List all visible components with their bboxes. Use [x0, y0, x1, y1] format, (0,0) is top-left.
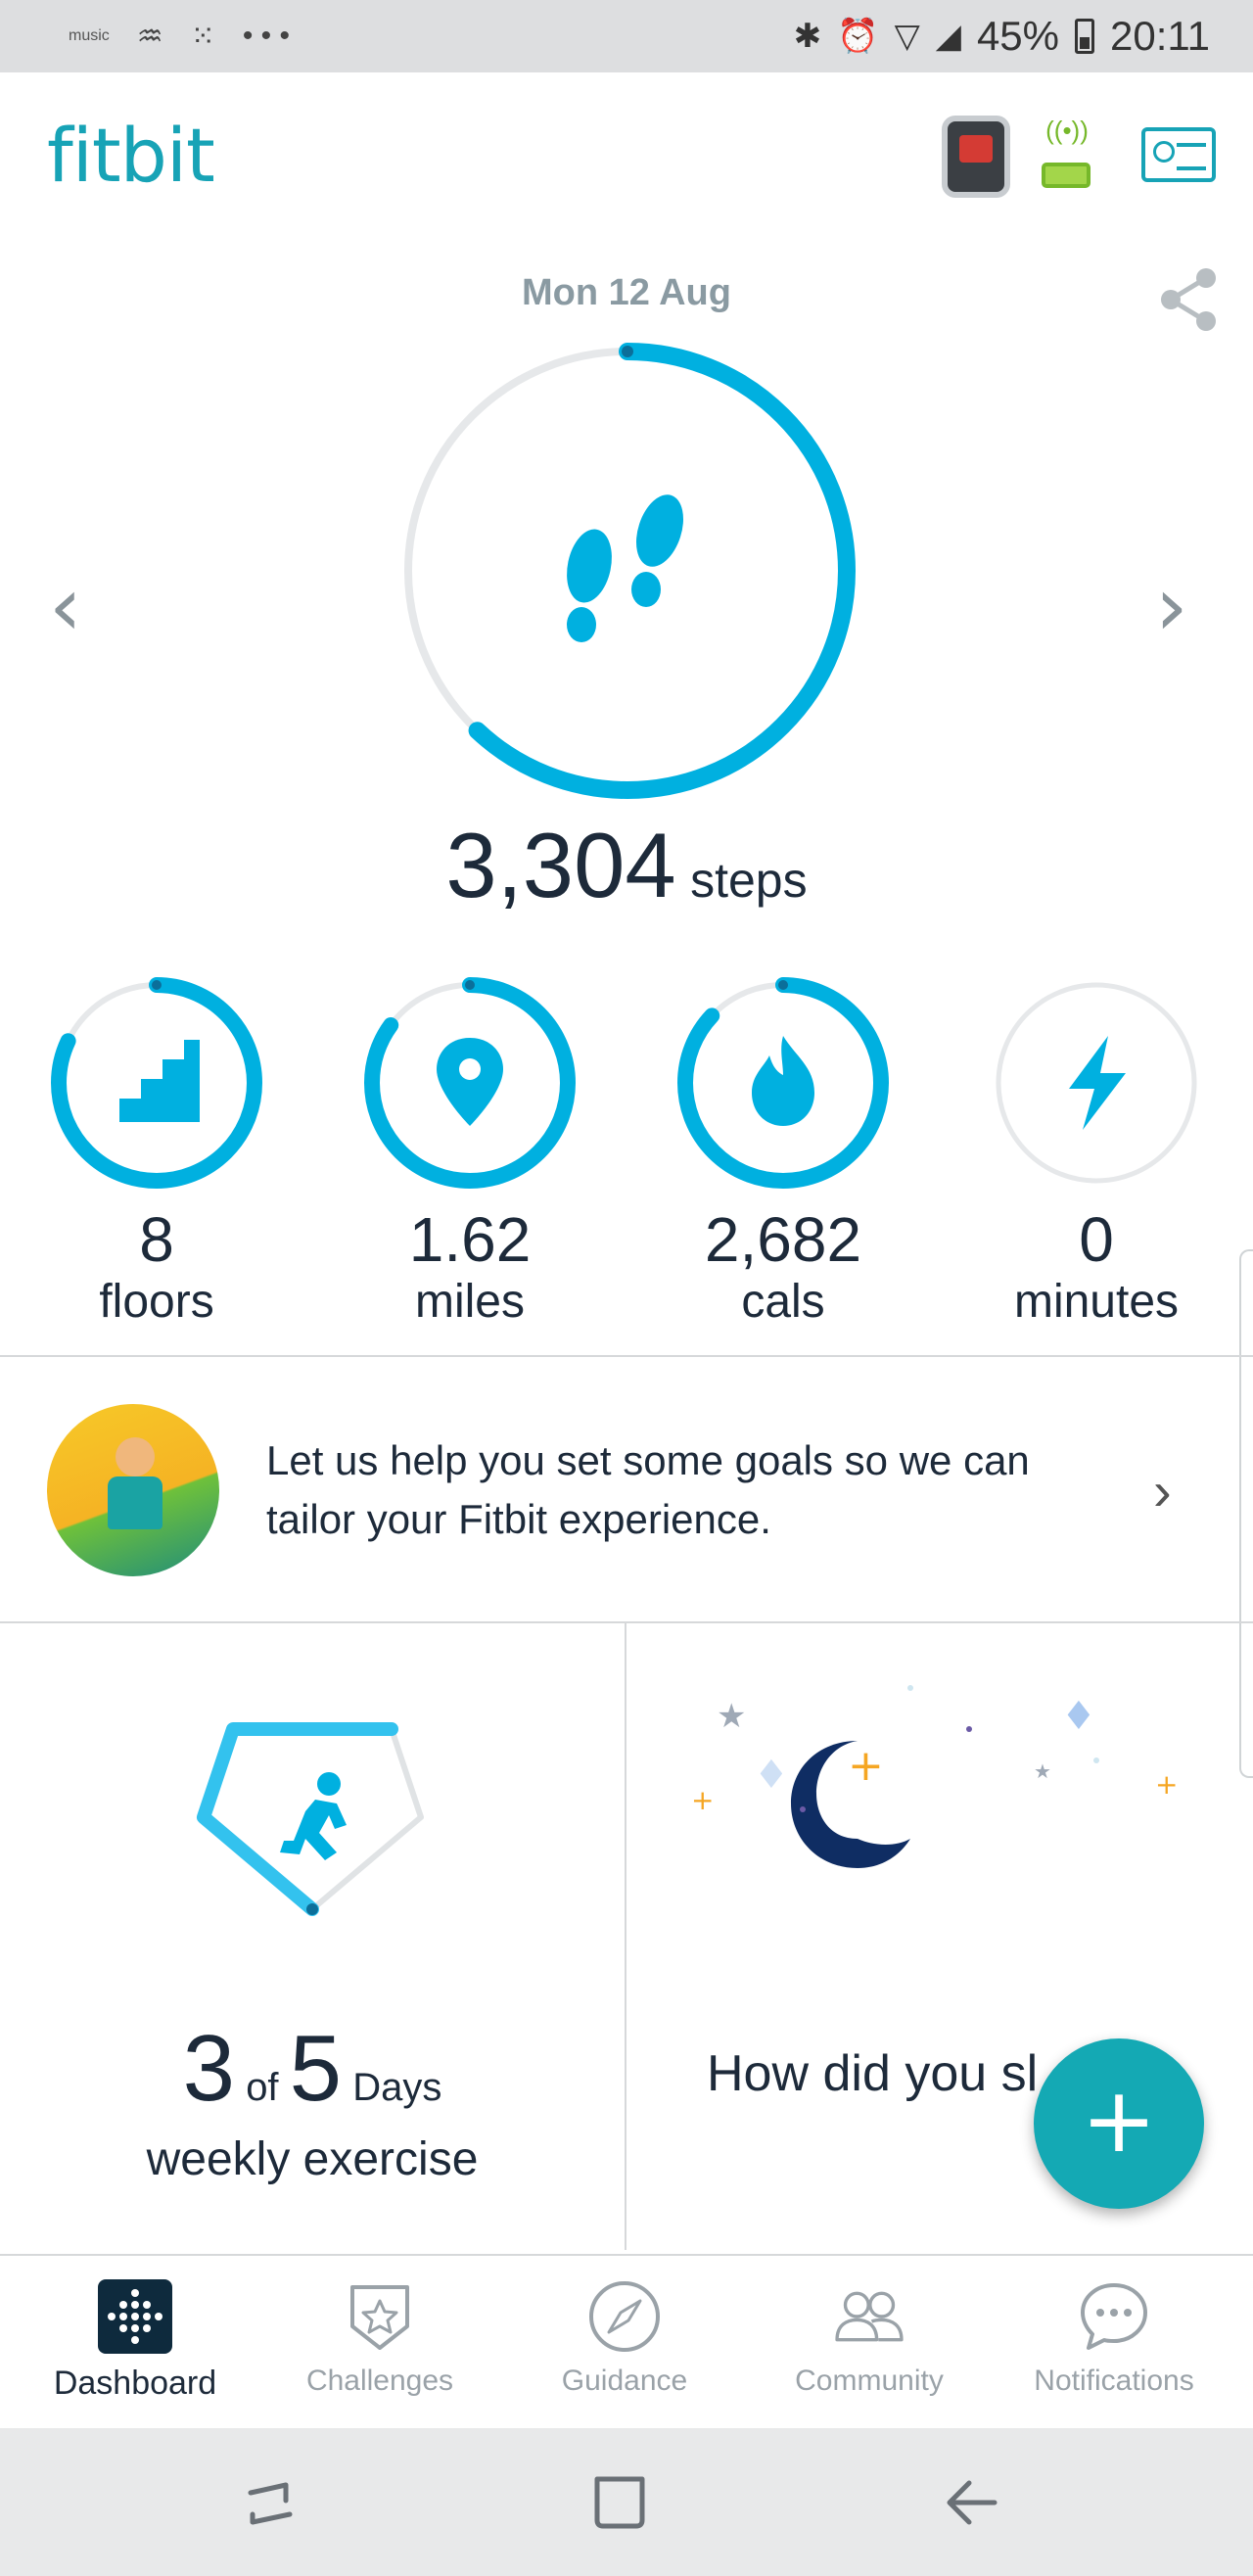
cals-ring	[677, 977, 889, 1189]
battery-percent: 45%	[976, 13, 1059, 59]
dashboard-date: Mon 12 Aug	[522, 272, 731, 313]
add-button[interactable]: +	[1034, 2038, 1204, 2209]
flame-icon	[752, 1036, 814, 1126]
cals-value: 2,682	[704, 1204, 862, 1275]
minutes-value: 0	[1079, 1204, 1114, 1275]
svg-text:+: +	[848, 1741, 884, 1791]
svg-text:+: +	[691, 1784, 714, 1816]
status-bar-right: ✱ ⏰ ▽ ◢ 45% 20:11	[794, 13, 1210, 60]
exercise-label: weekly exercise	[146, 2133, 479, 2185]
more-icon: • • •	[242, 20, 291, 52]
nav-label: Community	[795, 2365, 944, 2397]
fitbit-dots-icon: ⁙	[190, 20, 215, 53]
profile-card-icon[interactable]	[1141, 127, 1216, 182]
miles-ring	[364, 977, 576, 1189]
share-icon[interactable]	[1155, 264, 1224, 333]
device-sync-status[interactable]: ((•))	[1038, 116, 1096, 204]
nav-guidance[interactable]: Guidance	[499, 2279, 750, 2398]
bottom-navigation: Dashboard Challenges Guidance Community …	[0, 2254, 1253, 2428]
chat-icon	[1081, 2283, 1147, 2350]
previous-day-arrow[interactable]: ‹	[49, 558, 82, 654]
system-navigation-bar	[0, 2428, 1253, 2576]
home-button-icon[interactable]	[583, 2463, 662, 2542]
bluetooth-icon: ✱	[793, 18, 822, 55]
chevron-right-icon: ›	[1153, 1460, 1172, 1522]
steps-unit: steps	[690, 853, 808, 908]
cals-unit: cals	[741, 1276, 825, 1328]
app-header: fitbit ((•))	[0, 72, 1253, 249]
runner-icon	[280, 1772, 347, 1860]
steps-summary[interactable]: 3,304 steps	[0, 813, 1253, 918]
status-bar: music ♒ ⁙ • • • ✱ ⏰ ▽ ◢ 45% 20:11	[0, 0, 1253, 72]
nav-label: Dashboard	[53, 2365, 217, 2402]
stairs-icon	[119, 1040, 200, 1122]
status-bar-left: music ♒ ⁙ • • •	[69, 20, 290, 54]
alarm-icon: ⏰	[837, 18, 879, 55]
nav-challenges[interactable]: Challenges	[255, 2279, 505, 2398]
exercise-of: of	[246, 2066, 279, 2109]
stat-miles[interactable]: 1.62 miles	[352, 973, 587, 1329]
community-icon	[835, 2291, 904, 2342]
back-button-icon[interactable]	[934, 2463, 1012, 2542]
floors-unit: floors	[99, 1276, 214, 1328]
stat-minutes[interactable]: 0 minutes	[979, 973, 1214, 1329]
svg-text:★: ★	[717, 1697, 746, 1736]
wifi-icon: ▽	[894, 18, 920, 55]
clock: 20:11	[1110, 13, 1210, 59]
minutes-ring	[996, 982, 1197, 1184]
exercise-shield	[197, 1722, 424, 1916]
nav-community[interactable]: Community	[744, 2279, 995, 2398]
svg-text:★: ★	[1034, 1759, 1051, 1783]
goal-banner-text: Let us help you set some goals so we can…	[266, 1437, 1030, 1542]
recent-apps-icon[interactable]	[231, 2463, 309, 2542]
sleep-illustration: + + + ★ ★ ♦ ♦	[691, 1685, 1178, 1868]
sync-signal-icon: ((•))	[1045, 116, 1089, 145]
exercise-summary: 3 of 5 Days weekly exercise	[0, 2015, 625, 2186]
exercise-days: Days	[352, 2066, 442, 2109]
minutes-unit: minutes	[1013, 1276, 1180, 1328]
miles-value: 1.62	[408, 1204, 532, 1275]
signal-icon: ◢	[935, 18, 961, 55]
lightning-icon	[1069, 1036, 1126, 1130]
amazon-icon: ♒	[136, 20, 163, 53]
steps-ring[interactable]	[395, 339, 859, 803]
dashboard-icon	[98, 2279, 172, 2354]
footprints-icon	[567, 494, 683, 642]
nav-label: Challenges	[305, 2365, 454, 2397]
floors-ring	[51, 977, 262, 1189]
nav-dashboard[interactable]: Dashboard	[10, 2279, 260, 2403]
nav-label: Guidance	[561, 2365, 688, 2397]
battery-icon	[1075, 19, 1094, 54]
steps-value: 3,304	[445, 814, 676, 916]
stat-floors[interactable]: 8 floors	[39, 973, 274, 1329]
svg-text:♦: ♦	[1061, 1694, 1096, 1739]
sleep-prompt: How did you sl	[707, 2045, 1039, 2102]
music-app-label: music	[69, 27, 110, 44]
weekly-exercise-tile[interactable]: 3 of 5 Days weekly exercise	[0, 1623, 625, 2250]
miles-unit: miles	[414, 1276, 525, 1328]
next-day-arrow[interactable]: ›	[1155, 558, 1188, 654]
exercise-total: 5	[289, 2016, 343, 2121]
steps-ring-marker	[622, 346, 633, 357]
fitbit-logo: fitbit	[47, 112, 215, 199]
challenges-icon	[350, 2285, 409, 2350]
nav-label: Notifications	[1034, 2365, 1194, 2397]
compass-icon	[589, 2281, 660, 2352]
svg-text:+: +	[1155, 1768, 1178, 1801]
svg-text:♦: ♦	[754, 1753, 789, 1798]
device-watch-icon[interactable]	[942, 116, 1010, 198]
floors-value: 8	[139, 1204, 174, 1275]
goal-setup-banner[interactable]: Let us help you set some goals so we can…	[0, 1357, 1253, 1621]
stat-cals[interactable]: 2,682 cals	[666, 973, 901, 1329]
nav-notifications[interactable]: Notifications	[989, 2279, 1239, 2398]
location-pin-icon	[437, 1038, 503, 1126]
exercise-count: 3	[182, 2016, 236, 2121]
device-battery-icon	[1042, 163, 1091, 188]
goal-illustration	[47, 1404, 219, 1576]
